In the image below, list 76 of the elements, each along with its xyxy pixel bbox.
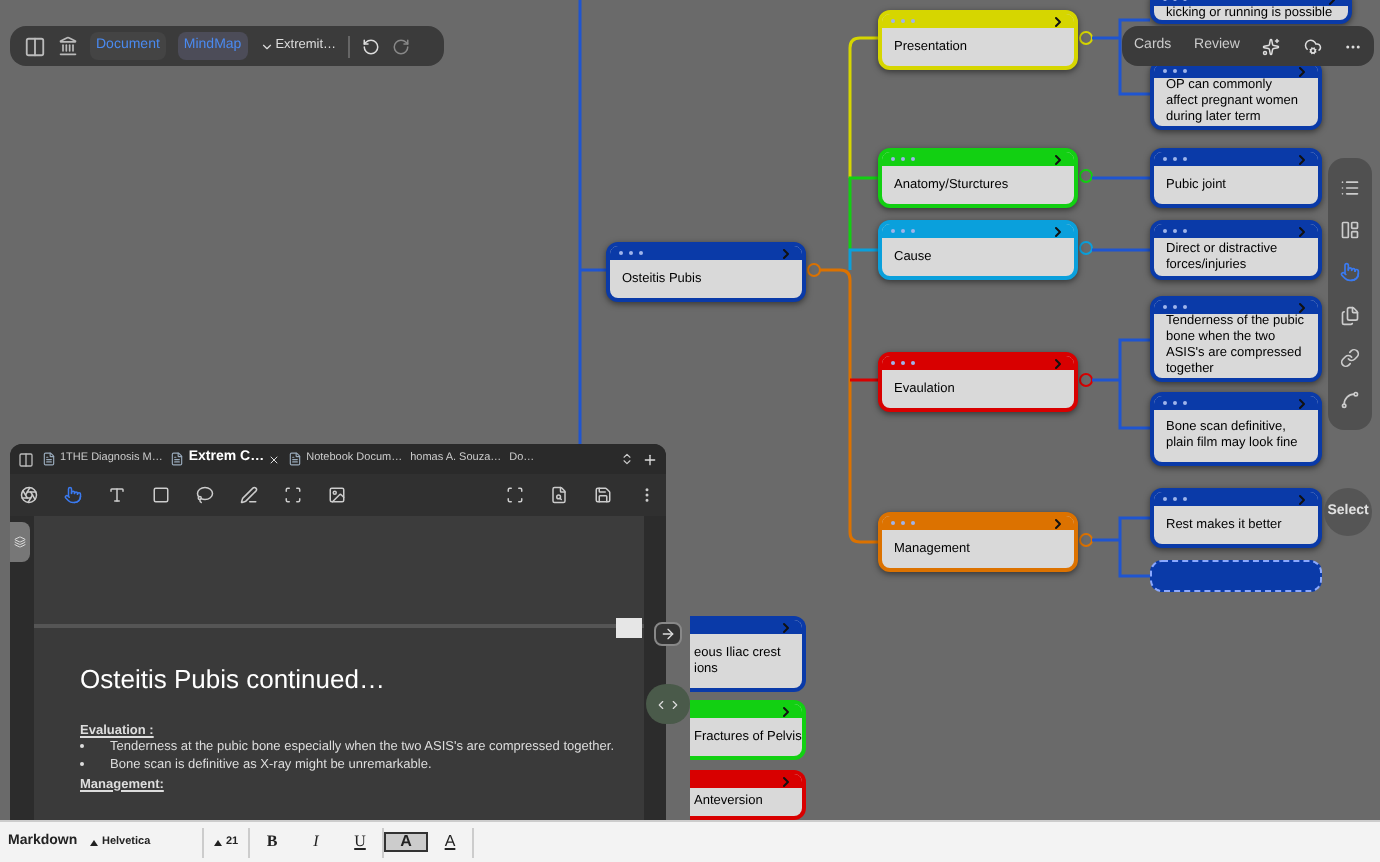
dots-icon [1162,68,1188,74]
chevron-icon[interactable] [778,704,794,720]
chevron-icon[interactable] [778,620,794,636]
chevron-icon[interactable] [1050,356,1066,371]
pages-icon[interactable] [1340,305,1360,326]
settings-icon[interactable] [20,486,38,504]
format-button[interactable]: A [428,830,472,854]
lasso-icon[interactable] [196,486,214,504]
collapse-handle[interactable] [1079,373,1093,387]
dots-icon [890,360,916,366]
chevron-icon[interactable] [1294,396,1310,411]
dots-icon [890,18,916,24]
sync-icon[interactable] [1303,37,1322,55]
dots-icon [890,520,916,526]
format-button[interactable]: B [250,830,294,854]
dots-icon [1162,400,1188,406]
dots-icon [1162,228,1188,234]
page-heading: Osteitis Pubis continued… [80,662,387,698]
collapse-handle[interactable] [1079,241,1093,255]
redo-icon[interactable] [392,37,411,55]
caret-icon [90,839,98,845]
image-icon[interactable] [328,486,346,504]
document-icon [288,452,303,466]
add-tab-icon[interactable] [642,451,658,467]
previous-icon[interactable] [654,697,668,711]
link-icon[interactable] [1340,347,1360,368]
list-icon[interactable] [1340,177,1360,198]
sort-icon[interactable] [620,452,634,466]
sparkle-icon[interactable] [1262,37,1281,55]
expand-button[interactable] [654,622,682,646]
collapse-handle[interactable] [1079,169,1093,183]
chevron-icon[interactable] [1050,14,1066,29]
format-button[interactable]: I [294,830,338,854]
chevron-icon[interactable] [1294,64,1310,79]
save-icon[interactable] [594,486,612,504]
chevron-icon[interactable] [1050,224,1066,239]
dots-icon [618,250,644,256]
chevron-down-icon [259,39,274,53]
dots-icon [890,156,916,162]
library-icon[interactable] [58,36,78,56]
layers-button[interactable] [10,522,30,562]
arrow-right-icon [660,626,676,642]
chevron-icon[interactable] [1294,492,1310,507]
fullscreen-icon[interactable] [506,486,524,504]
collapse-handle[interactable] [1079,533,1093,547]
dots-icon [1162,156,1188,162]
chevron-icon[interactable] [1294,152,1310,167]
undo-icon[interactable] [362,37,381,55]
format-button[interactable]: A [384,832,428,852]
dots-icon [890,228,916,234]
search-icon[interactable] [550,486,568,504]
chevron-icon[interactable] [1294,300,1310,315]
sidebar-icon[interactable] [24,35,46,57]
caret-icon [213,839,222,845]
page-thumbnail[interactable] [616,618,642,638]
chevron-icon[interactable] [1294,224,1310,239]
collapse-handle[interactable] [807,263,821,277]
sidebar-icon[interactable] [18,451,34,467]
chevron-icon[interactable] [778,774,794,790]
chevron-icon[interactable] [1050,516,1066,531]
hand-pointer-icon[interactable] [64,486,82,504]
next-icon[interactable] [668,697,682,711]
dots-icon [1162,496,1188,502]
document-icon [42,452,56,466]
layout-icon[interactable] [1340,219,1360,240]
close-icon[interactable] [268,453,281,465]
document-icon [170,452,185,466]
rectangle-icon[interactable] [152,486,170,504]
pencil-icon[interactable] [240,486,258,504]
empty-node[interactable] [1150,560,1322,592]
layers-icon [14,536,26,548]
format-button[interactable]: U [338,830,382,854]
chevron-icon[interactable] [778,246,794,261]
dots-icon [1162,304,1188,310]
curve-icon[interactable] [1340,390,1360,411]
chevron-icon[interactable] [1050,152,1066,167]
